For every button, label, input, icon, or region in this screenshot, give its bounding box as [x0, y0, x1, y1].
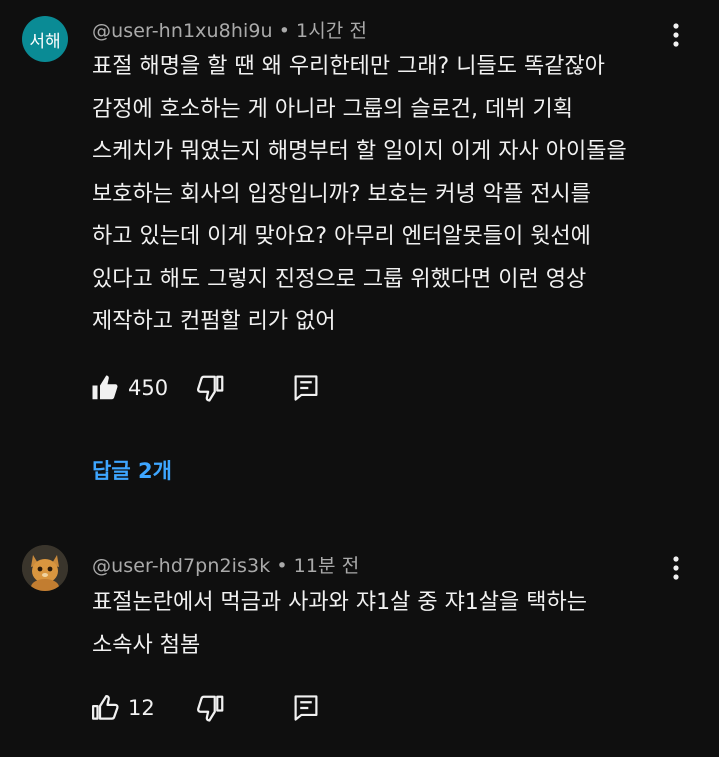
like-button[interactable]: 12	[90, 690, 155, 726]
avatar[interactable]: 서해	[22, 16, 68, 62]
thumbs-up-filled-icon	[90, 373, 120, 403]
comment-line: 표절논란에서 먹금과 사과와 쟈1살 중 쟈1살을 택하는	[92, 590, 587, 615]
like-button[interactable]: 450	[90, 370, 168, 406]
comment-line: 표절 해명을 할 땐 왜 우리한테만 그래? 니들도 똑같잖아	[92, 54, 605, 79]
comment-line: 있다고 해도 그렇지 진정으로 그룹 위했다면 이런 영상	[92, 266, 587, 292]
comment-line: 보호하는 회사의 입장입니까? 보호는 커녕 악플 전시를	[92, 181, 591, 207]
separator: •	[276, 555, 288, 577]
reply-button[interactable]	[292, 690, 320, 726]
thumbs-down-icon	[196, 693, 226, 723]
comment-header: @user-hn1xu8hi9u • 1시간 전	[92, 16, 367, 43]
comment-actions: 12	[90, 690, 390, 726]
thumbs-down-icon	[196, 373, 226, 403]
more-options-icon[interactable]	[664, 20, 688, 50]
comment-header: @user-hd7pn2is3k • 11분 전	[92, 551, 359, 578]
dislike-button[interactable]	[196, 690, 226, 726]
comment-line: 하고 있는데 이게 맞아요? 아무리 엔터알못들이 윗선에	[92, 224, 591, 249]
comment-line: 감정에 호소하는 게 아니라 그룹의 슬로건, 데뷔 기획	[92, 96, 573, 122]
like-count: 450	[128, 376, 169, 400]
dislike-button[interactable]	[196, 370, 226, 406]
like-count: 12	[128, 696, 155, 720]
comment-text: 표절 해명을 할 땐 왜 우리한테만 그래? 니들도 똑같잖아 감정에 호소하는…	[92, 46, 627, 344]
cat-avatar-icon	[22, 545, 68, 591]
thumbs-up-outline-icon	[90, 693, 120, 723]
timestamp[interactable]: 1시간 전	[296, 20, 367, 42]
reply-comment-icon	[292, 373, 320, 403]
separator: •	[278, 20, 290, 42]
view-replies-link[interactable]: 답글 2개	[92, 455, 172, 485]
username[interactable]: @user-hn1xu8hi9u	[92, 20, 273, 42]
comment-line: 제작하고 컨펌할 리가 없어	[92, 309, 336, 334]
comment-actions: 450	[90, 370, 390, 406]
comment-line: 스케치가 뭐였는지 해명부터 할 일이지 이게 자사 아이돌을	[92, 139, 627, 164]
reply-comment-icon	[292, 693, 320, 723]
avatar-initials: 서해	[29, 31, 61, 52]
reply-button[interactable]	[292, 370, 320, 406]
comment-line: 소속사 첨봄	[92, 632, 201, 658]
username[interactable]: @user-hd7pn2is3k	[92, 555, 270, 577]
avatar[interactable]	[22, 545, 68, 591]
timestamp[interactable]: 11분 전	[294, 555, 360, 577]
comment-text: 표절논란에서 먹금과 사과와 쟈1살 중 쟈1살을 택하는 소속사 첨봄	[92, 582, 587, 667]
more-options-icon[interactable]	[664, 553, 688, 583]
